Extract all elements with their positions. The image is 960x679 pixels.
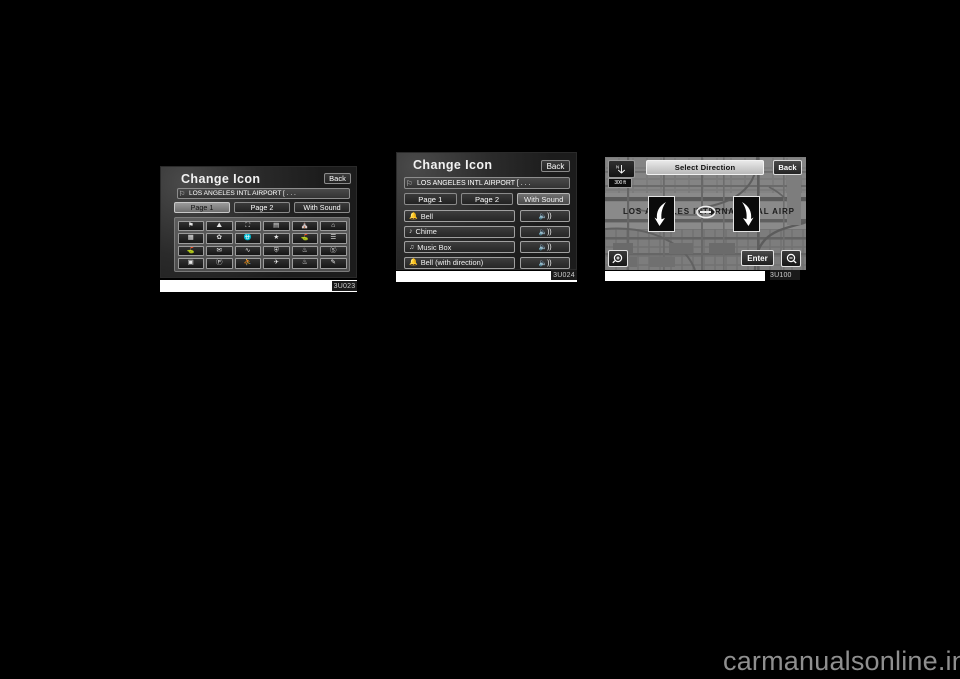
- figure-a-white-strip: [160, 280, 357, 292]
- figure-c-white-strip: [605, 271, 765, 281]
- sound-row-label: Music Box: [417, 242, 452, 252]
- location-field[interactable]: LOS ANGELES INTL AIRPORT [ . . .: [177, 188, 350, 199]
- icon-cell-fuel[interactable]: ⛳: [291, 233, 318, 244]
- compass-glyph: N: [616, 165, 626, 174]
- sound-row-music-box[interactable]: ♫ Music Box: [404, 241, 515, 253]
- tab-page-1[interactable]: Page 1: [174, 202, 230, 213]
- list-item: ♪ Chime 🔈)): [404, 225, 570, 238]
- magnifier-plus-icon: [611, 253, 622, 264]
- tab-with-sound[interactable]: With Sound: [517, 193, 571, 205]
- icon-cell-people[interactable]: ⛹: [234, 258, 261, 269]
- magnifier-minus-icon: [786, 253, 797, 264]
- sound-row-bell-with-direction[interactable]: 🔔 Bell (with direction): [404, 256, 515, 269]
- back-button[interactable]: Back: [541, 160, 570, 172]
- change-icon-grid-screen: Change Icon Back LOS ANGELES INTL AIRPOR…: [160, 166, 357, 278]
- icon-cell-shopping-bag[interactable]: ⛶: [234, 220, 261, 231]
- tab-page-2[interactable]: Page 2: [234, 202, 290, 213]
- icon-cell-pool[interactable]: ∿: [234, 245, 261, 256]
- page-title: Change Icon: [413, 158, 493, 172]
- icon-cell-building[interactable]: ▤: [263, 220, 290, 231]
- speaker-icon: 🔈)): [538, 244, 552, 251]
- chime-icon: ♪: [409, 228, 413, 235]
- tab-page-1[interactable]: Page 1: [404, 193, 457, 205]
- icon-cell-pencil[interactable]: ✎: [320, 258, 347, 269]
- page-tabs: Page 1 Page 2 With Sound: [404, 193, 571, 205]
- icon-cell-home[interactable]: ⌂: [320, 220, 347, 231]
- play-sound-button-music-box[interactable]: 🔈)): [520, 241, 570, 253]
- icon-cell-parking[interactable]: Ⓟ: [206, 258, 233, 269]
- sound-list: 🔔 Bell 🔈)) ♪ Chime 🔈)) ♫ Music Box 🔈)) 🔔…: [404, 210, 570, 269]
- play-sound-button-bell-with-direction[interactable]: 🔈)): [520, 256, 570, 269]
- site-watermark: carmanualsonline.info: [723, 646, 960, 676]
- speaker-icon: 🔈)): [538, 228, 552, 236]
- icon-cell-book[interactable]: ▣: [177, 258, 204, 269]
- list-item: 🔔 Bell (with direction) 🔈)): [404, 256, 570, 269]
- icon-cell-restaurant[interactable]: ⛰: [206, 220, 233, 231]
- sound-row-bell[interactable]: 🔔 Bell: [404, 210, 515, 222]
- bell-direction-icon: 🔔: [409, 259, 418, 266]
- music-box-icon: ♫: [409, 243, 415, 251]
- play-sound-button-bell[interactable]: 🔈)): [520, 210, 570, 222]
- list-item: 🔔 Bell 🔈)): [404, 210, 570, 222]
- play-sound-button-chime[interactable]: 🔈)): [520, 225, 570, 238]
- icon-cell-clock[interactable]: Ⓢ: [320, 245, 347, 256]
- icon-cell-fork-knife[interactable]: ★: [263, 233, 290, 244]
- enter-button[interactable]: Enter: [741, 250, 774, 266]
- icon-cell-fountain[interactable]: ♨: [291, 258, 318, 269]
- sound-row-label: Chime: [415, 227, 437, 236]
- change-icon-sound-screen: Change Icon Back LOS ANGELES INTL AIRPOR…: [396, 152, 577, 270]
- map-cursor-icon: [695, 205, 717, 219]
- zoom-out-button[interactable]: [781, 250, 801, 267]
- figure-caption-3u024: 3U024: [551, 270, 577, 280]
- page-tabs: Page 1 Page 2 With Sound: [174, 202, 350, 213]
- direction-right-button[interactable]: [733, 196, 760, 232]
- icon-grid: ⚑ ⛰ ⛶ ▤ ⛪ ⌂ ▦ ✿ ⛎ ★ ⛳ ☰ ⛳ ✉ ∿ ⛨ ♨ Ⓢ ▣ Ⓟ …: [174, 217, 350, 272]
- icon-cell-leaf[interactable]: ✿: [206, 233, 233, 244]
- map-scale-indicator: 300 ft: [608, 178, 632, 188]
- icon-cell-tree[interactable]: ♨: [291, 245, 318, 256]
- sound-row-chime[interactable]: ♪ Chime: [404, 225, 515, 238]
- icon-cell-ball[interactable]: ⛎: [234, 233, 261, 244]
- zoom-in-button[interactable]: [608, 250, 628, 267]
- sound-row-label: Bell (with direction): [420, 258, 484, 267]
- page-title: Change Icon: [181, 172, 261, 186]
- list-item: ♫ Music Box 🔈)): [404, 241, 570, 253]
- direction-left-button[interactable]: [648, 196, 675, 232]
- back-button[interactable]: Back: [324, 173, 351, 184]
- icon-cell-hotel[interactable]: ⛪: [291, 220, 318, 231]
- flag-icon: ⚐: [406, 178, 413, 188]
- select-direction-screen: LOS ANGELES INTERNATIONAL AIRP N 300 ft …: [605, 157, 806, 270]
- bell-icon: 🔔: [409, 212, 418, 220]
- icon-cell-bank[interactable]: ▦: [177, 233, 204, 244]
- icon-cell-gift[interactable]: ✉: [206, 245, 233, 256]
- icon-cell-golf[interactable]: ⛳: [177, 245, 204, 256]
- tab-page-2[interactable]: Page 2: [460, 193, 514, 205]
- svg-text:N: N: [616, 165, 619, 170]
- curved-arrow-left-icon: [654, 202, 666, 226]
- speaker-icon: 🔈)): [538, 213, 552, 220]
- figure-b-white-strip: [396, 271, 577, 282]
- figure-caption-3u023: 3U023: [332, 281, 357, 291]
- icon-cell-parking-lot[interactable]: ☰: [320, 233, 347, 244]
- figure-caption-3u100: 3U100: [770, 270, 800, 280]
- flag-icon: ⚐: [179, 190, 186, 198]
- speaker-icon: 🔈)): [538, 259, 552, 267]
- location-field[interactable]: LOS ANGELES INTL AIRPORT [ . . .: [404, 177, 570, 189]
- icon-cell-briefcase[interactable]: ⛨: [263, 245, 290, 256]
- north-up-compass-icon[interactable]: N: [608, 160, 635, 178]
- tab-with-sound[interactable]: With Sound: [294, 202, 350, 213]
- curved-arrow-right-icon: [742, 202, 754, 226]
- icon-cell-airplane[interactable]: ✈: [263, 258, 290, 269]
- page-title: Select Direction: [646, 160, 764, 175]
- sound-row-label: Bell: [420, 211, 434, 221]
- icon-cell-checkered-flag[interactable]: ⚑: [177, 220, 204, 231]
- back-button[interactable]: Back: [773, 160, 802, 175]
